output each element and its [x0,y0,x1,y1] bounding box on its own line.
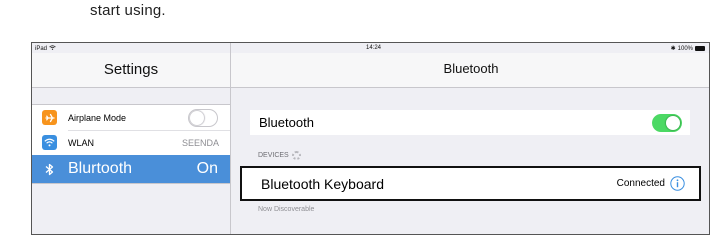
ipad-screenshot: iPad 14:24 ✱ 100% Settings Airplane Mode… [31,42,710,235]
wlan-network-name: SEENDA [181,137,219,148]
bluetooth-toggle[interactable] [652,113,682,132]
battery-percent: 100% [677,45,693,52]
sidebar-item-label: WLAN [68,137,95,148]
airplane-mode-toggle[interactable] [188,108,218,127]
detail-header: Bluetooth [231,53,709,88]
devices-section-header: DEVICES [258,151,301,160]
bluetooth-status-value: On [196,160,218,177]
bluetooth-status-icon: ✱ [670,46,676,52]
wifi-status-icon [48,45,56,50]
sidebar-item-label: Blurtooth [68,160,133,177]
device-status: Connected [616,178,665,189]
sidebar-title: Settings [103,61,159,78]
document-caption: start using. [90,2,166,19]
discoverable-note: Now Discoverable [258,206,315,213]
device-status-group: Connected [617,176,685,191]
status-time: 14:24 [366,45,382,51]
sidebar-item-label: Airplane Mode [68,112,127,123]
info-icon[interactable] [670,176,685,191]
toggle-knob [666,115,680,130]
device-indicator: iPad [35,45,56,52]
devices-header-label: DEVICES [258,152,289,159]
wifi-icon [42,135,57,150]
sidebar-header: Settings [32,53,230,88]
device-name: Bluetooth Keyboard [261,175,384,192]
detail-title: Bluetooth [443,61,499,76]
device-row-bluetooth-keyboard[interactable]: Bluetooth Keyboard Connected [240,166,701,201]
airplane-icon [42,110,57,125]
toggle-knob [190,110,204,125]
bluetooth-icon [42,162,57,177]
bluetooth-toggle-row: Bluetooth [250,110,690,135]
bluetooth-row-label: Bluetooth [259,115,314,130]
settings-list: Airplane Mode WLAN SEENDA Blurtooth On [32,104,230,184]
status-right: ✱ 100% [671,45,705,52]
sidebar-item-airplane-mode[interactable]: Airplane Mode [32,105,230,130]
loading-spinner-icon [291,151,301,160]
sidebar-item-bluetooth[interactable]: Blurtooth On [32,155,230,183]
device-name: iPad [35,46,48,52]
battery-icon [695,46,705,51]
sidebar-item-wlan[interactable]: WLAN SEENDA [32,130,230,155]
